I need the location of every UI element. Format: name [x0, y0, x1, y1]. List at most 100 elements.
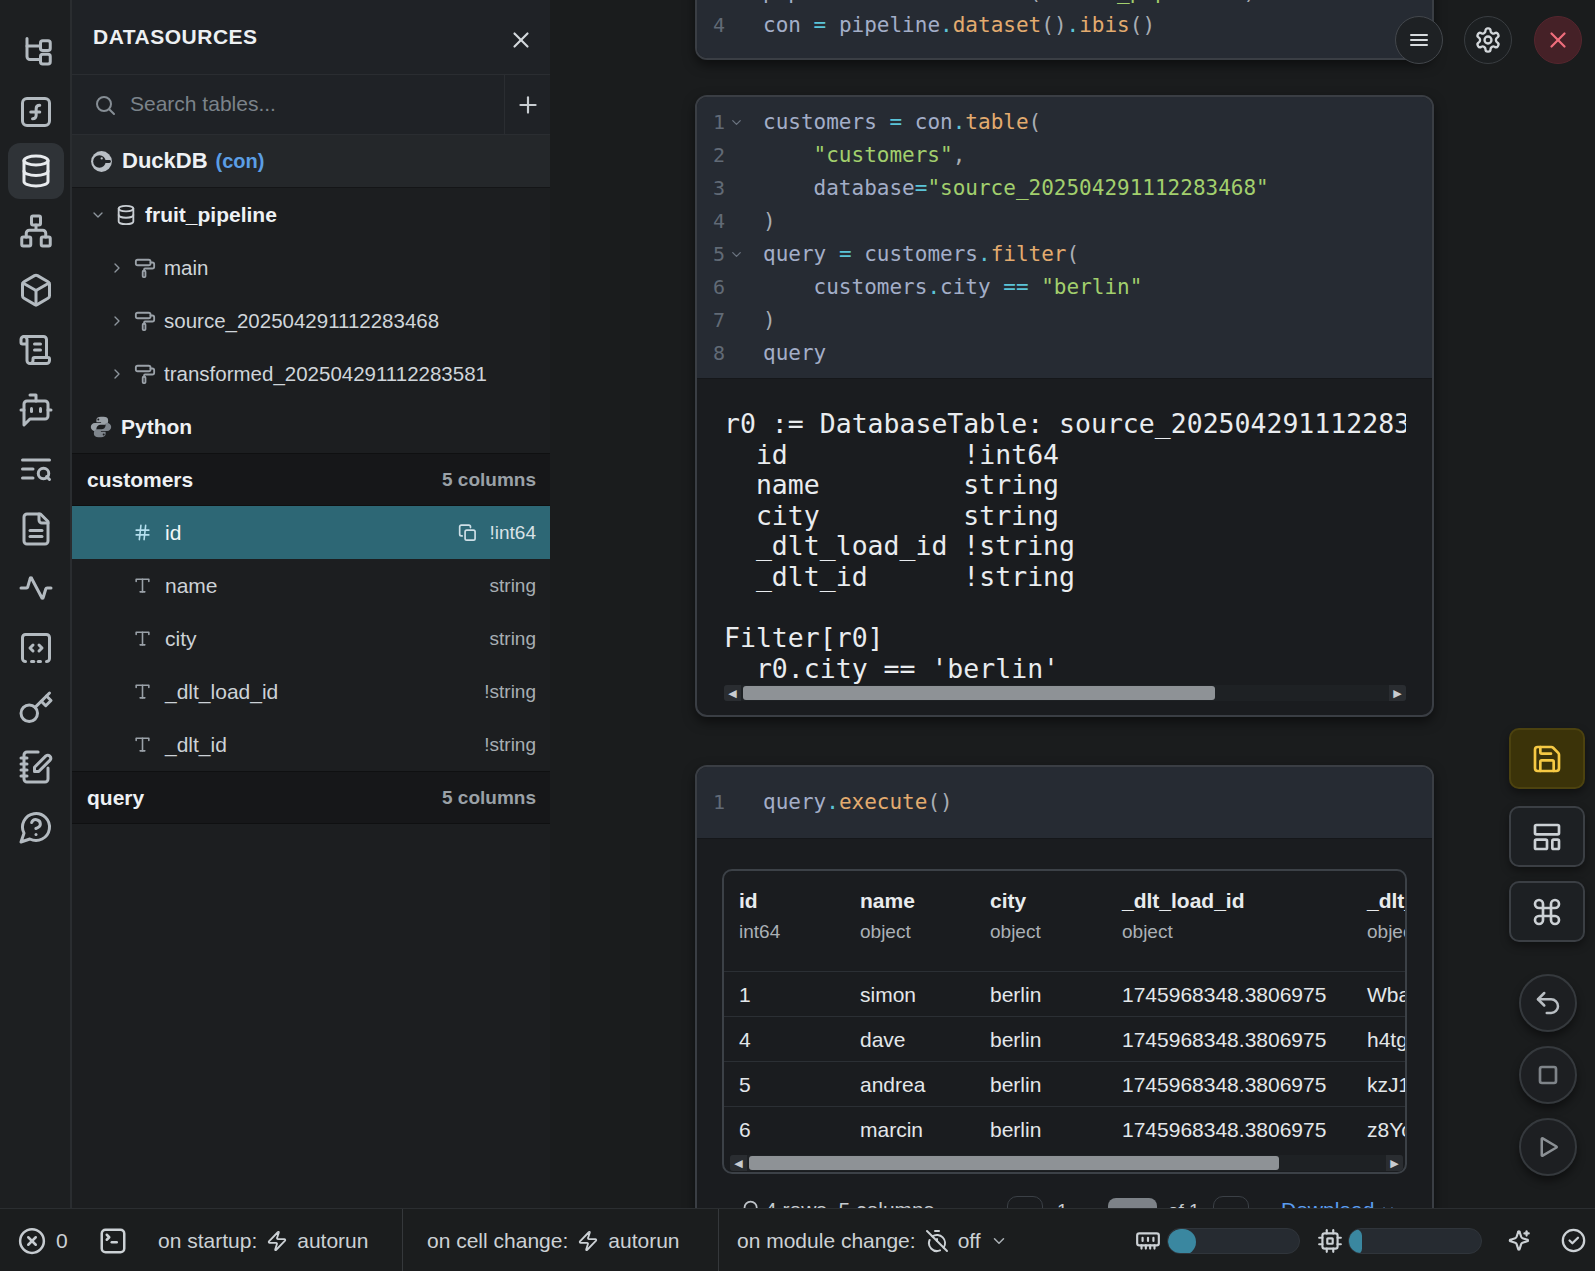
- code-line[interactable]: 2 "customers",: [705, 139, 1432, 172]
- column-row-_dlt_load_id[interactable]: _dlt_load_id!string: [72, 665, 550, 718]
- chevron-down-icon: [729, 115, 744, 130]
- rail-file-text-button[interactable]: [8, 501, 64, 557]
- code-line[interactable]: 7): [705, 304, 1432, 337]
- code-line[interactable]: 4): [705, 205, 1432, 238]
- tree-item-main[interactable]: main: [72, 241, 550, 294]
- errors-indicator[interactable]: 0: [17, 1209, 68, 1271]
- zap-icon: [266, 1230, 288, 1252]
- ibis-expression-output: r0 := DatabaseTable: source_202504291112…: [724, 409, 1406, 684]
- command-palette-button[interactable]: [1509, 881, 1585, 942]
- run-button[interactable]: [1519, 1118, 1577, 1176]
- code-line[interactable]: 8query: [705, 337, 1432, 370]
- column-dtype: !string: [484, 681, 536, 703]
- on-cell-change-setting[interactable]: on cell change:autorun: [427, 1209, 680, 1271]
- type-icon: [133, 735, 152, 754]
- rail-function-square-button[interactable]: [8, 84, 64, 140]
- rail-code-square-button[interactable]: [8, 620, 64, 676]
- rail-text-search-button[interactable]: [8, 441, 64, 497]
- table-section-customers[interactable]: customers5 columns: [72, 453, 550, 506]
- column-dtype: string: [490, 575, 536, 597]
- menu-button[interactable]: [1395, 16, 1443, 64]
- help-bubble-icon: [18, 809, 54, 845]
- ram-indicator: [1135, 1209, 1161, 1271]
- close-panel-button[interactable]: [505, 24, 537, 56]
- activity-bar: [0, 0, 72, 1208]
- code-line[interactable]: 1customers = con.table(: [705, 106, 1432, 139]
- chevron-right-icon: [109, 313, 125, 329]
- column-dtype: !string: [484, 734, 536, 756]
- rail-box-button[interactable]: [8, 262, 64, 318]
- scroll-left-arrow: ◀: [724, 685, 741, 701]
- copy-icon[interactable]: [458, 523, 478, 543]
- column-row-city[interactable]: citystring: [72, 612, 550, 665]
- rail-database-button[interactable]: [8, 143, 64, 199]
- cpu-indicator: [1317, 1209, 1343, 1271]
- paint-roller-icon: [134, 363, 156, 385]
- activity-icon: [18, 570, 54, 606]
- column-row-name[interactable]: namestring: [72, 559, 550, 612]
- tree-item-source_202504291112283468[interactable]: source_202504291112283468: [72, 294, 550, 347]
- column-row-_dlt_id[interactable]: _dlt_id!string: [72, 718, 550, 771]
- code-line[interactable]: 3 database="source_202504291112283468": [705, 172, 1432, 205]
- column-dtype: !int64: [490, 522, 536, 544]
- layout-button[interactable]: [1509, 806, 1585, 867]
- code-line[interactable]: 1query.execute(): [705, 786, 1432, 819]
- code-cell-2[interactable]: 1customers = con.table(2 "customers",3 d…: [695, 95, 1434, 717]
- cpu-meter: [1348, 1228, 1482, 1254]
- table-row: 6marcinberlin1745968348.3806975z8Yo: [724, 1106, 1407, 1151]
- settings-button[interactable]: [1464, 16, 1512, 64]
- code-cell-3[interactable]: 1query.execute() idnamecity_dlt_load_id_d…: [695, 765, 1434, 1225]
- on-module-change-setting[interactable]: on module change:off: [737, 1209, 1008, 1271]
- output-hscrollbar[interactable]: ◀▶: [724, 685, 1406, 701]
- column-row-id[interactable]: id!int64: [72, 506, 550, 559]
- box-icon: [18, 272, 54, 308]
- on-startup-setting[interactable]: on startup:autorun: [158, 1209, 368, 1271]
- engine-row-duckdb[interactable]: DuckDB(con): [72, 135, 550, 188]
- rail-key-button[interactable]: [8, 680, 64, 736]
- rail-activity-button[interactable]: [8, 560, 64, 616]
- search-bar[interactable]: Search tables...: [72, 75, 550, 135]
- code-line[interactable]: 6 customers.city == "berlin": [705, 271, 1432, 304]
- code-cell-1[interactable]: 3pipeline = dlt.attach("fruit_pipeline")…: [695, 0, 1434, 60]
- tree-item-transformed_202504291112283581[interactable]: transformed_202504291112283581: [72, 347, 550, 400]
- python-logo-icon: [89, 415, 113, 439]
- sparkles-icon: [1506, 1228, 1532, 1254]
- code-line[interactable]: 5query = customers.filter(: [705, 238, 1432, 271]
- close-icon: [1545, 27, 1571, 53]
- kernel-status-indicator[interactable]: [1560, 1209, 1587, 1271]
- shutdown-button[interactable]: [1534, 16, 1582, 64]
- terminal-button[interactable]: [98, 1209, 128, 1271]
- notebook-pen-icon: [18, 749, 54, 785]
- table-section-query[interactable]: query5 columns: [72, 771, 550, 824]
- section-python[interactable]: Python: [72, 400, 550, 453]
- rail-file-tree-button[interactable]: [8, 24, 64, 80]
- tree-item-fruit_pipeline[interactable]: fruit_pipeline: [72, 188, 550, 241]
- datasources-panel: DATASOURCES Search tables... DuckDB(con)…: [72, 0, 550, 1208]
- code-line[interactable]: 4con = pipeline.dataset().ibis(): [705, 9, 1432, 42]
- scroll-left-arrow: ◀: [730, 1155, 747, 1171]
- text-search-icon: [18, 451, 54, 487]
- add-datasource-button[interactable]: [504, 75, 550, 135]
- copy-icon: [458, 523, 478, 543]
- table-row: 5andreaberlin1745968348.3806975kzJ1: [724, 1061, 1407, 1106]
- scroll-thumb[interactable]: [749, 1156, 1279, 1170]
- chevron-down-icon: [990, 1232, 1008, 1250]
- undo-button[interactable]: [1519, 974, 1577, 1032]
- rail-notebook-pen-button[interactable]: [8, 739, 64, 795]
- rail-bot-message-button[interactable]: [8, 382, 64, 438]
- stop-icon: [1532, 1059, 1564, 1091]
- rail-scroll-text-button[interactable]: [8, 322, 64, 378]
- cell-output: idnamecity_dlt_load_id_dlt_idint64object…: [697, 838, 1432, 1223]
- scroll-thumb[interactable]: [743, 686, 1215, 700]
- stop-button[interactable]: [1519, 1046, 1577, 1104]
- table-hscrollbar[interactable]: ◀▶: [730, 1155, 1403, 1171]
- code-line[interactable]: 3pipeline = dlt.attach("fruit_pipeline"): [705, 0, 1432, 9]
- close-icon: [508, 27, 534, 53]
- hash-icon: [133, 523, 152, 542]
- rail-help-bubble-button[interactable]: [8, 799, 64, 855]
- rail-network-button[interactable]: [8, 203, 64, 259]
- save-button[interactable]: [1509, 728, 1585, 789]
- ai-assistant-button[interactable]: [1506, 1209, 1532, 1271]
- column-count: 5 columns: [442, 787, 536, 809]
- table-row: 1simonberlin1745968348.3806975Wba: [724, 971, 1407, 1016]
